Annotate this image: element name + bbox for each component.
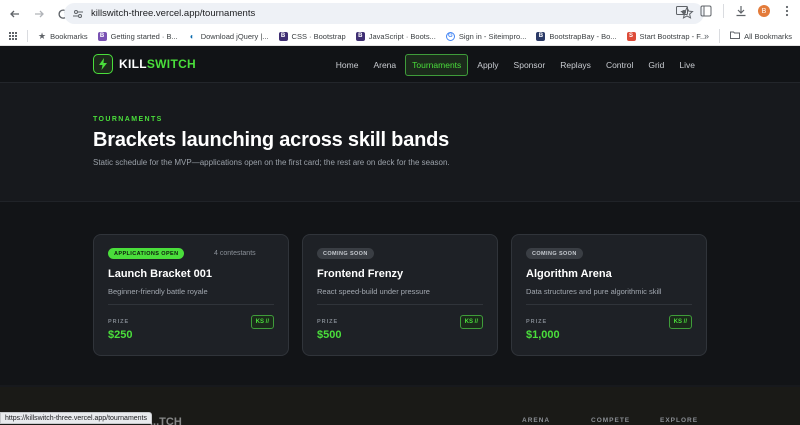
contestant-count: 4 contestants (214, 250, 256, 257)
status-badge: APPLICATIONS OPEN (108, 248, 185, 259)
bookmark-item[interactable]: B JavaScript · Boots... (355, 31, 436, 41)
bookmark-label: JavaScript · Boots... (368, 31, 436, 41)
extensions-icon[interactable] (699, 4, 713, 18)
bookmark-item[interactable]: G Sign in - Siteimpro... (445, 31, 527, 41)
brand-switch: SWITCH (146, 57, 197, 71)
bootstrap-icon: B (355, 31, 365, 41)
tournament-card[interactable]: APPLICATIONS OPEN 4 contestants Launch B… (93, 234, 289, 356)
ks-tag: KS // (459, 315, 483, 329)
prize-amount: $1,000 (526, 329, 560, 341)
footer-logo: ...TCH (150, 416, 182, 425)
nav-arena[interactable]: Arena (367, 55, 402, 75)
prize-label: PRIZE (317, 319, 339, 325)
address-url[interactable]: killswitch-three.vercel.app/tournaments (91, 8, 255, 19)
card-subtitle: Data structures and pure algorithmic ski… (526, 287, 662, 296)
tournament-card[interactable]: COMING SOON Algorithm Arena Data structu… (511, 234, 707, 356)
hero-section: TOURNAMENTS Brackets launching across sk… (0, 84, 800, 201)
page-title: Brackets launching across skill bands (93, 129, 450, 151)
footer-heading-compete: COMPETE (591, 417, 631, 424)
card-subtitle: Beginner-friendly battle royale (108, 287, 208, 296)
status-badge: COMING SOON (526, 248, 583, 259)
all-bookmarks-label: All Bookmarks (744, 31, 792, 41)
startbootstrap-icon: S (626, 31, 636, 41)
nav-tournaments[interactable]: Tournaments (405, 54, 469, 76)
site-logo[interactable]: KILLSWITCH (93, 54, 196, 74)
section-eyebrow: TOURNAMENTS (93, 116, 163, 123)
brand-wordmark: KILLSWITCH (119, 57, 196, 71)
page-subtitle: Static schedule for the MVP—applications… (93, 158, 450, 167)
bookmark-label: Download jQuery |... (200, 31, 269, 41)
tournament-cards-section: APPLICATIONS OPEN 4 contestants Launch B… (0, 201, 800, 404)
google-icon: G (445, 31, 455, 41)
nav-sponsor[interactable]: Sponsor (508, 55, 552, 75)
card-title: Launch Bracket 001 (108, 268, 212, 280)
card-divider (108, 304, 274, 305)
folder-icon (730, 31, 741, 41)
bookmarks-divider (719, 29, 721, 43)
nav-apply[interactable]: Apply (471, 55, 504, 75)
bookmark-label: Start Bootstrap - F... (639, 31, 707, 41)
ks-tag: KS // (250, 315, 274, 329)
bookmark-item[interactable]: ◐ Download jQuery |... (187, 31, 269, 41)
more-menu-icon[interactable] (780, 4, 794, 18)
star-icon: ★ (38, 30, 47, 41)
card-subtitle: React speed-build under pressure (317, 287, 430, 296)
nav-replays[interactable]: Replays (554, 55, 597, 75)
nav-home[interactable]: Home (330, 55, 365, 75)
nav-grid[interactable]: Grid (642, 55, 670, 75)
chevron-right-icon[interactable]: » (704, 31, 709, 41)
download-icon[interactable] (734, 4, 748, 18)
site-header: KILLSWITCH Home Arena Tournaments Apply … (0, 46, 800, 83)
bookmark-label: Sign in - Siteimpro... (458, 31, 527, 41)
card-title: Algorithm Arena (526, 268, 612, 280)
ks-tag: KS // (668, 315, 692, 329)
bookmark-item[interactable]: B Getting started · B... (97, 31, 178, 41)
prize-amount: $500 (317, 329, 342, 341)
jquery-icon: ◐ (187, 31, 197, 41)
lightning-icon (93, 54, 113, 74)
card-divider (317, 304, 483, 305)
tournament-card[interactable]: COMING SOON Frontend Frenzy React speed-… (302, 234, 498, 356)
all-bookmarks-button[interactable]: All Bookmarks (730, 31, 792, 41)
prize-label: PRIZE (108, 319, 130, 325)
bookmark-label: CSS · Bootstrap (291, 31, 346, 41)
bookmark-label: BootstrapBay - Bo... (549, 31, 617, 41)
bookmarks-bar: ★ Bookmarks B Getting started · B... ◐ D… (0, 27, 800, 46)
link-status-bar: https://killswitch-three.vercel.app/tour… (0, 412, 153, 424)
card-divider (526, 304, 692, 305)
toolbar-divider (723, 4, 724, 18)
bootstrap-icon: B (97, 31, 107, 41)
brand-kill: KILL (119, 57, 147, 71)
footer-heading-arena: ARENA (522, 417, 551, 424)
cast-icon[interactable] (675, 4, 689, 18)
card-title: Frontend Frenzy (317, 268, 404, 280)
back-icon[interactable] (6, 5, 24, 23)
bookmarks-divider (27, 30, 28, 42)
prize-amount: $250 (108, 329, 133, 341)
bookmark-item[interactable]: S Start Bootstrap - F... (626, 31, 707, 41)
page-viewport: KILLSWITCH Home Arena Tournaments Apply … (0, 46, 800, 425)
profile-avatar[interactable]: B (758, 5, 770, 17)
bookmark-item[interactable]: B CSS · Bootstrap (278, 31, 346, 41)
address-bar[interactable]: killswitch-three.vercel.app/tournaments (64, 3, 704, 24)
footer-heading-explore: EXPLORE (660, 417, 699, 424)
bootstrap-icon: B (278, 31, 288, 41)
prize-label: PRIZE (526, 319, 548, 325)
forward-icon[interactable] (30, 5, 48, 23)
bookmark-label: Getting started · B... (110, 31, 178, 41)
status-badge: COMING SOON (317, 248, 374, 259)
nav-live[interactable]: Live (673, 55, 701, 75)
apps-grid-icon[interactable] (8, 32, 17, 41)
bookmark-item[interactable]: B BootstrapBay - Bo... (536, 31, 617, 41)
main-nav: Home Arena Tournaments Apply Sponsor Rep… (327, 54, 701, 76)
browser-toolbar: killswitch-three.vercel.app/tournaments … (0, 0, 800, 27)
site-info-icon[interactable] (72, 8, 84, 20)
bootstrapbay-icon: B (536, 31, 546, 41)
bookmark-item[interactable]: ★ Bookmarks (38, 31, 88, 42)
nav-control[interactable]: Control (600, 55, 639, 75)
bookmark-label: Bookmarks (50, 31, 88, 41)
